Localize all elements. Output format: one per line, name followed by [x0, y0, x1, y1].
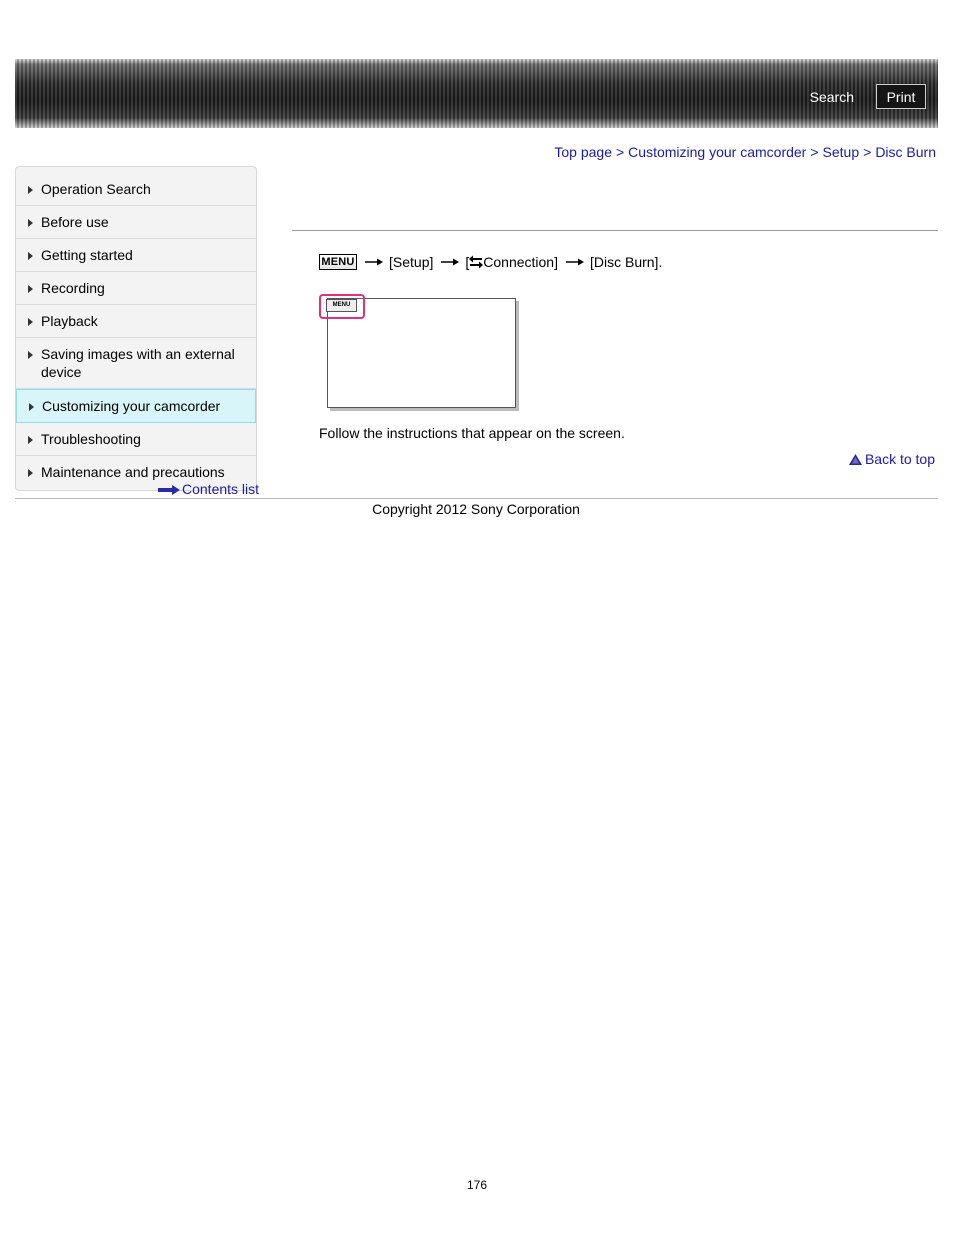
breadcrumb-separator: >: [615, 144, 625, 160]
sidebar-nav: Operation Search Before use Getting star…: [15, 166, 257, 491]
print-button[interactable]: Print: [876, 84, 926, 109]
sidebar-item-label: Maintenance and precautions: [41, 464, 225, 480]
sidebar-item-playback[interactable]: Playback: [16, 305, 256, 338]
header-bar: Search Print: [15, 59, 938, 128]
copyright-label: Copyright 2012 Sony Corporation: [372, 501, 580, 517]
footer-divider: [15, 498, 938, 499]
contents-list-label: Contents list: [182, 481, 260, 497]
breadcrumb-customizing[interactable]: Customizing your camcorder: [628, 144, 806, 160]
breadcrumb: Top page > Customizing your camcorder > Setu…: [554, 144, 936, 160]
triangle-right-icon: [28, 318, 33, 326]
triangle-right-icon: [28, 219, 33, 227]
arrow-right-icon: [441, 258, 460, 266]
back-to-top-label: Back to top: [864, 451, 935, 467]
back-to-top-link[interactable]: Back to top: [848, 451, 935, 467]
triangle-right-icon: [28, 436, 33, 444]
triangle-right-icon: [28, 469, 33, 477]
sidebar-item-label: Playback: [41, 313, 98, 329]
sidebar-item-troubleshooting[interactable]: Troubleshooting: [16, 423, 256, 456]
copyright-text: Copyright 2012 Sony Corporation: [0, 501, 954, 517]
sidebar-item-label: Recording: [41, 280, 105, 296]
triangle-right-icon: [28, 285, 33, 293]
breadcrumb-disc-burn[interactable]: Disc Burn: [875, 144, 936, 160]
contents-list-link[interactable]: Contents list: [158, 481, 259, 497]
breadcrumb-separator: >: [863, 144, 872, 160]
sidebar-item-recording[interactable]: Recording: [16, 272, 256, 305]
sidebar-item-saving-images[interactable]: Saving images with an external device: [16, 338, 256, 389]
sidebar-item-before-use[interactable]: Before use: [16, 206, 256, 239]
sidebar-item-customizing[interactable]: Customizing your camcorder: [16, 389, 256, 423]
arrow-right-icon: [365, 258, 383, 266]
breadcrumb-top-page[interactable]: Top page: [554, 144, 612, 160]
menu-path-instruction: MENU [Setup] [ Connection] [Disc Burn].: [319, 254, 662, 270]
sidebar-item-label: Saving images with an external device: [41, 346, 235, 380]
sidebar-item-getting-started[interactable]: Getting started: [16, 239, 256, 272]
triangle-right-icon: [29, 403, 34, 411]
triangle-right-icon: [28, 252, 33, 260]
instruction-text: Follow the instructions that appear on t…: [319, 425, 625, 441]
triangle-right-icon: [28, 351, 33, 359]
title-divider: [292, 230, 938, 231]
menu-highlight-frame: [319, 294, 365, 319]
breadcrumb-setup[interactable]: Setup: [823, 144, 860, 160]
sidebar-item-label: Getting started: [41, 247, 133, 263]
breadcrumb-separator: >: [810, 144, 819, 160]
step-setup: [Setup]: [389, 254, 434, 270]
page-number: 176: [466, 1178, 488, 1192]
sidebar-item-label: Customizing your camcorder: [42, 398, 221, 414]
menu-button-icon: MENU: [319, 254, 357, 270]
sidebar-item-label: Operation Search: [41, 181, 151, 197]
triangle-up-icon: [848, 454, 862, 465]
arrow-right-icon: [158, 485, 180, 496]
step-disc-burn: [Disc Burn].: [589, 254, 663, 270]
connection-icon: [469, 255, 484, 269]
sidebar-item-operation-search[interactable]: Operation Search: [16, 173, 256, 206]
triangle-right-icon: [28, 186, 33, 194]
step-connection: Connection]: [483, 254, 558, 270]
sidebar-item-label: Troubleshooting: [41, 431, 141, 447]
search-link[interactable]: Search: [810, 89, 854, 105]
arrow-right-icon: [565, 258, 584, 266]
sidebar-item-label: Before use: [41, 214, 109, 230]
